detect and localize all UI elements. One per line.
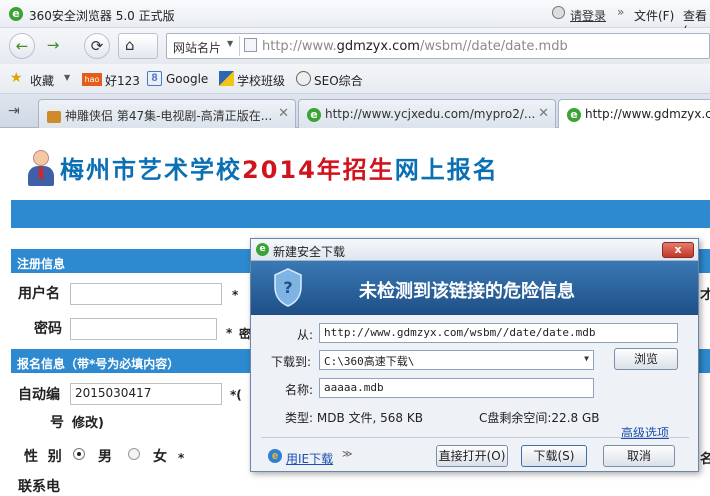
ie-icon: e xyxy=(268,449,282,463)
name-label: 名称: xyxy=(285,383,314,397)
fav-seo[interactable]: SEO综合 xyxy=(314,72,363,89)
dialog-divider xyxy=(261,437,689,438)
use-ie-download-link[interactable]: 用IE下载 xyxy=(286,450,333,467)
expand-chevron-icon[interactable]: ≫ xyxy=(342,449,352,460)
forward-icon[interactable]: → xyxy=(38,33,68,59)
address-bar[interactable]: 网站名片 ▼ http://www.gdmzyx.com/wsbm//date/… xyxy=(166,33,710,59)
username-label: 用户名 xyxy=(18,286,60,302)
gender-label: 性 别 xyxy=(24,449,62,465)
url-path: /wsbm//date/date.mdb xyxy=(419,39,568,54)
school-icon xyxy=(219,71,234,86)
from-url-field[interactable]: http://www.gdmzyx.com/wsbm//date/date.md… xyxy=(319,323,678,343)
globe-icon xyxy=(296,71,311,86)
autonum-note-line2: 修改) xyxy=(72,416,104,431)
gender-female-label: 女 xyxy=(153,449,167,465)
site-card-dropdown[interactable]: 网站名片 xyxy=(173,39,221,56)
bookmarks-menu[interactable]: 收藏 xyxy=(30,72,54,89)
gender-female-radio[interactable] xyxy=(128,448,140,460)
header-strip xyxy=(11,200,710,228)
autonum-field[interactable]: 2015030417 xyxy=(70,383,222,405)
user-icon xyxy=(552,6,565,19)
free-space-info: C盘剩余空间:22.8 GB xyxy=(479,411,600,425)
save-to-select[interactable]: C:\360高速下载\ ▼ xyxy=(319,350,594,370)
tab-3-page-icon: e xyxy=(567,107,581,122)
gender-male-radio[interactable] xyxy=(73,448,85,460)
tab-3-title: http://www.gdmzyx.com/ xyxy=(585,107,710,121)
browse-button[interactable]: 浏览 xyxy=(614,348,678,370)
tab-3-active[interactable]: e http://www.gdmzyx.com/ xyxy=(558,99,710,129)
page-title: 梅州市艺术学校2014年招生网上报名 xyxy=(60,150,499,185)
url-prefix: http://www. xyxy=(262,39,337,54)
fav-hao123[interactable]: 好123 xyxy=(105,72,140,89)
file-name-input[interactable]: aaaaa.mdb xyxy=(319,378,594,398)
favorites-bar: ★ 收藏 ▼ hao 好123 8 Google 学校班级 SEO综合 xyxy=(0,64,710,94)
shield-icon: ? xyxy=(274,268,302,307)
tab-1-title: 神雕侠侣 第47集-电视剧-高清正版在... xyxy=(65,109,273,123)
save-to-label: 下载到: xyxy=(271,355,312,369)
dialog-logo-icon: e xyxy=(256,243,269,256)
url-domain: gdmzyx.com xyxy=(336,39,420,54)
tab-1-close-icon[interactable]: ✕ xyxy=(278,106,289,121)
more-icon[interactable]: » xyxy=(617,5,624,19)
star-icon: ★ xyxy=(10,70,23,86)
browser-logo-icon: e xyxy=(9,7,23,21)
window-title: 360安全浏览器 5.0 正式版 xyxy=(29,9,175,23)
page-title-year: 2014年招生 xyxy=(242,156,395,184)
download-dialog: e 新建安全下载 x ? 未检测到该链接的危险信息 从: http://www.… xyxy=(250,238,699,472)
tab-1[interactable]: 神雕侠侣 第47集-电视剧-高清正版在... ✕ xyxy=(38,99,296,128)
title-bar: e 360安全浏览器 5.0 正式版 请登录 » 文件(F) 查看( xyxy=(0,0,710,38)
tab-2-title: http://www.ycjxedu.com/mypro2/... xyxy=(325,107,536,121)
file-type-info: 类型: MDB 文件, 568 KB xyxy=(285,411,423,425)
gender-required-mark: * xyxy=(178,451,185,465)
cancel-button[interactable]: 取消 xyxy=(603,445,675,467)
menu-file[interactable]: 文件(F) xyxy=(634,7,674,24)
from-label: 从: xyxy=(297,328,314,342)
username-input[interactable] xyxy=(70,283,222,305)
password-label: 密码 xyxy=(34,321,62,337)
dialog-title: 新建安全下载 xyxy=(273,245,346,259)
username-required-mark: * xyxy=(232,288,239,302)
contact-label: 联系电 xyxy=(18,479,60,495)
page-icon xyxy=(244,38,257,52)
sidebar-toggle-icon[interactable]: ⇥ xyxy=(8,103,20,119)
refresh-icon[interactable]: ⟳ xyxy=(84,33,110,59)
password-required-mark: * xyxy=(226,326,233,340)
download-button[interactable]: 下载(S) xyxy=(521,445,587,467)
autonum-label-line2: 号 xyxy=(50,415,64,431)
right-fragment-2: 名 xyxy=(700,452,710,467)
dialog-title-bar[interactable]: e 新建安全下载 x xyxy=(251,239,698,261)
url-text[interactable]: http://www.gdmzyx.com/wsbm//date/date.md… xyxy=(262,39,568,54)
save-to-caret-icon[interactable]: ▼ xyxy=(584,354,589,363)
video-site-icon xyxy=(47,110,61,123)
tab-2-page-icon: e xyxy=(307,107,321,122)
hao123-icon: hao xyxy=(82,73,102,86)
dialog-close-button[interactable]: x xyxy=(662,242,694,258)
dropdown-caret-icon[interactable]: ▼ xyxy=(227,39,233,48)
gender-male-label: 男 xyxy=(98,449,112,465)
advanced-options-link[interactable]: 高级选项 xyxy=(621,424,669,441)
tab-bar: ⇥ 神雕侠侣 第47集-电视剧-高清正版在... ✕ e http://www.y… xyxy=(0,94,710,129)
open-direct-button[interactable]: 直接打开(O) xyxy=(436,445,508,467)
back-icon[interactable]: ← xyxy=(9,33,35,59)
autonum-label-line1: 自动编 xyxy=(18,387,60,403)
address-divider xyxy=(239,36,240,56)
tab-2-close-icon[interactable]: ✕ xyxy=(538,106,549,121)
svg-text:?: ? xyxy=(283,278,292,297)
fav-google[interactable]: Google xyxy=(166,72,208,86)
page-title-tail: 网上报名 xyxy=(394,156,499,184)
fav-school[interactable]: 学校班级 xyxy=(237,72,285,89)
student-avatar-icon xyxy=(28,150,54,186)
dialog-banner-message: 未检测到该链接的危险信息 xyxy=(359,281,575,302)
right-fragment-1: 才 xyxy=(700,288,710,303)
login-link[interactable]: 请登录 xyxy=(570,7,606,24)
home-icon[interactable]: ⌂ xyxy=(118,33,158,59)
google-icon: 8 xyxy=(147,71,162,86)
page-title-school: 梅州市艺术学校 xyxy=(60,156,242,184)
tab-2[interactable]: e http://www.ycjxedu.com/mypro2/... ✕ xyxy=(298,99,556,128)
bookmarks-caret-icon[interactable]: ▼ xyxy=(64,73,70,82)
dialog-banner: ? 未检测到该链接的危险信息 xyxy=(251,261,698,315)
password-input[interactable] xyxy=(70,318,217,340)
autonum-note-line1: *( xyxy=(230,388,242,402)
save-to-value: C:\360高速下载\ xyxy=(324,355,415,368)
